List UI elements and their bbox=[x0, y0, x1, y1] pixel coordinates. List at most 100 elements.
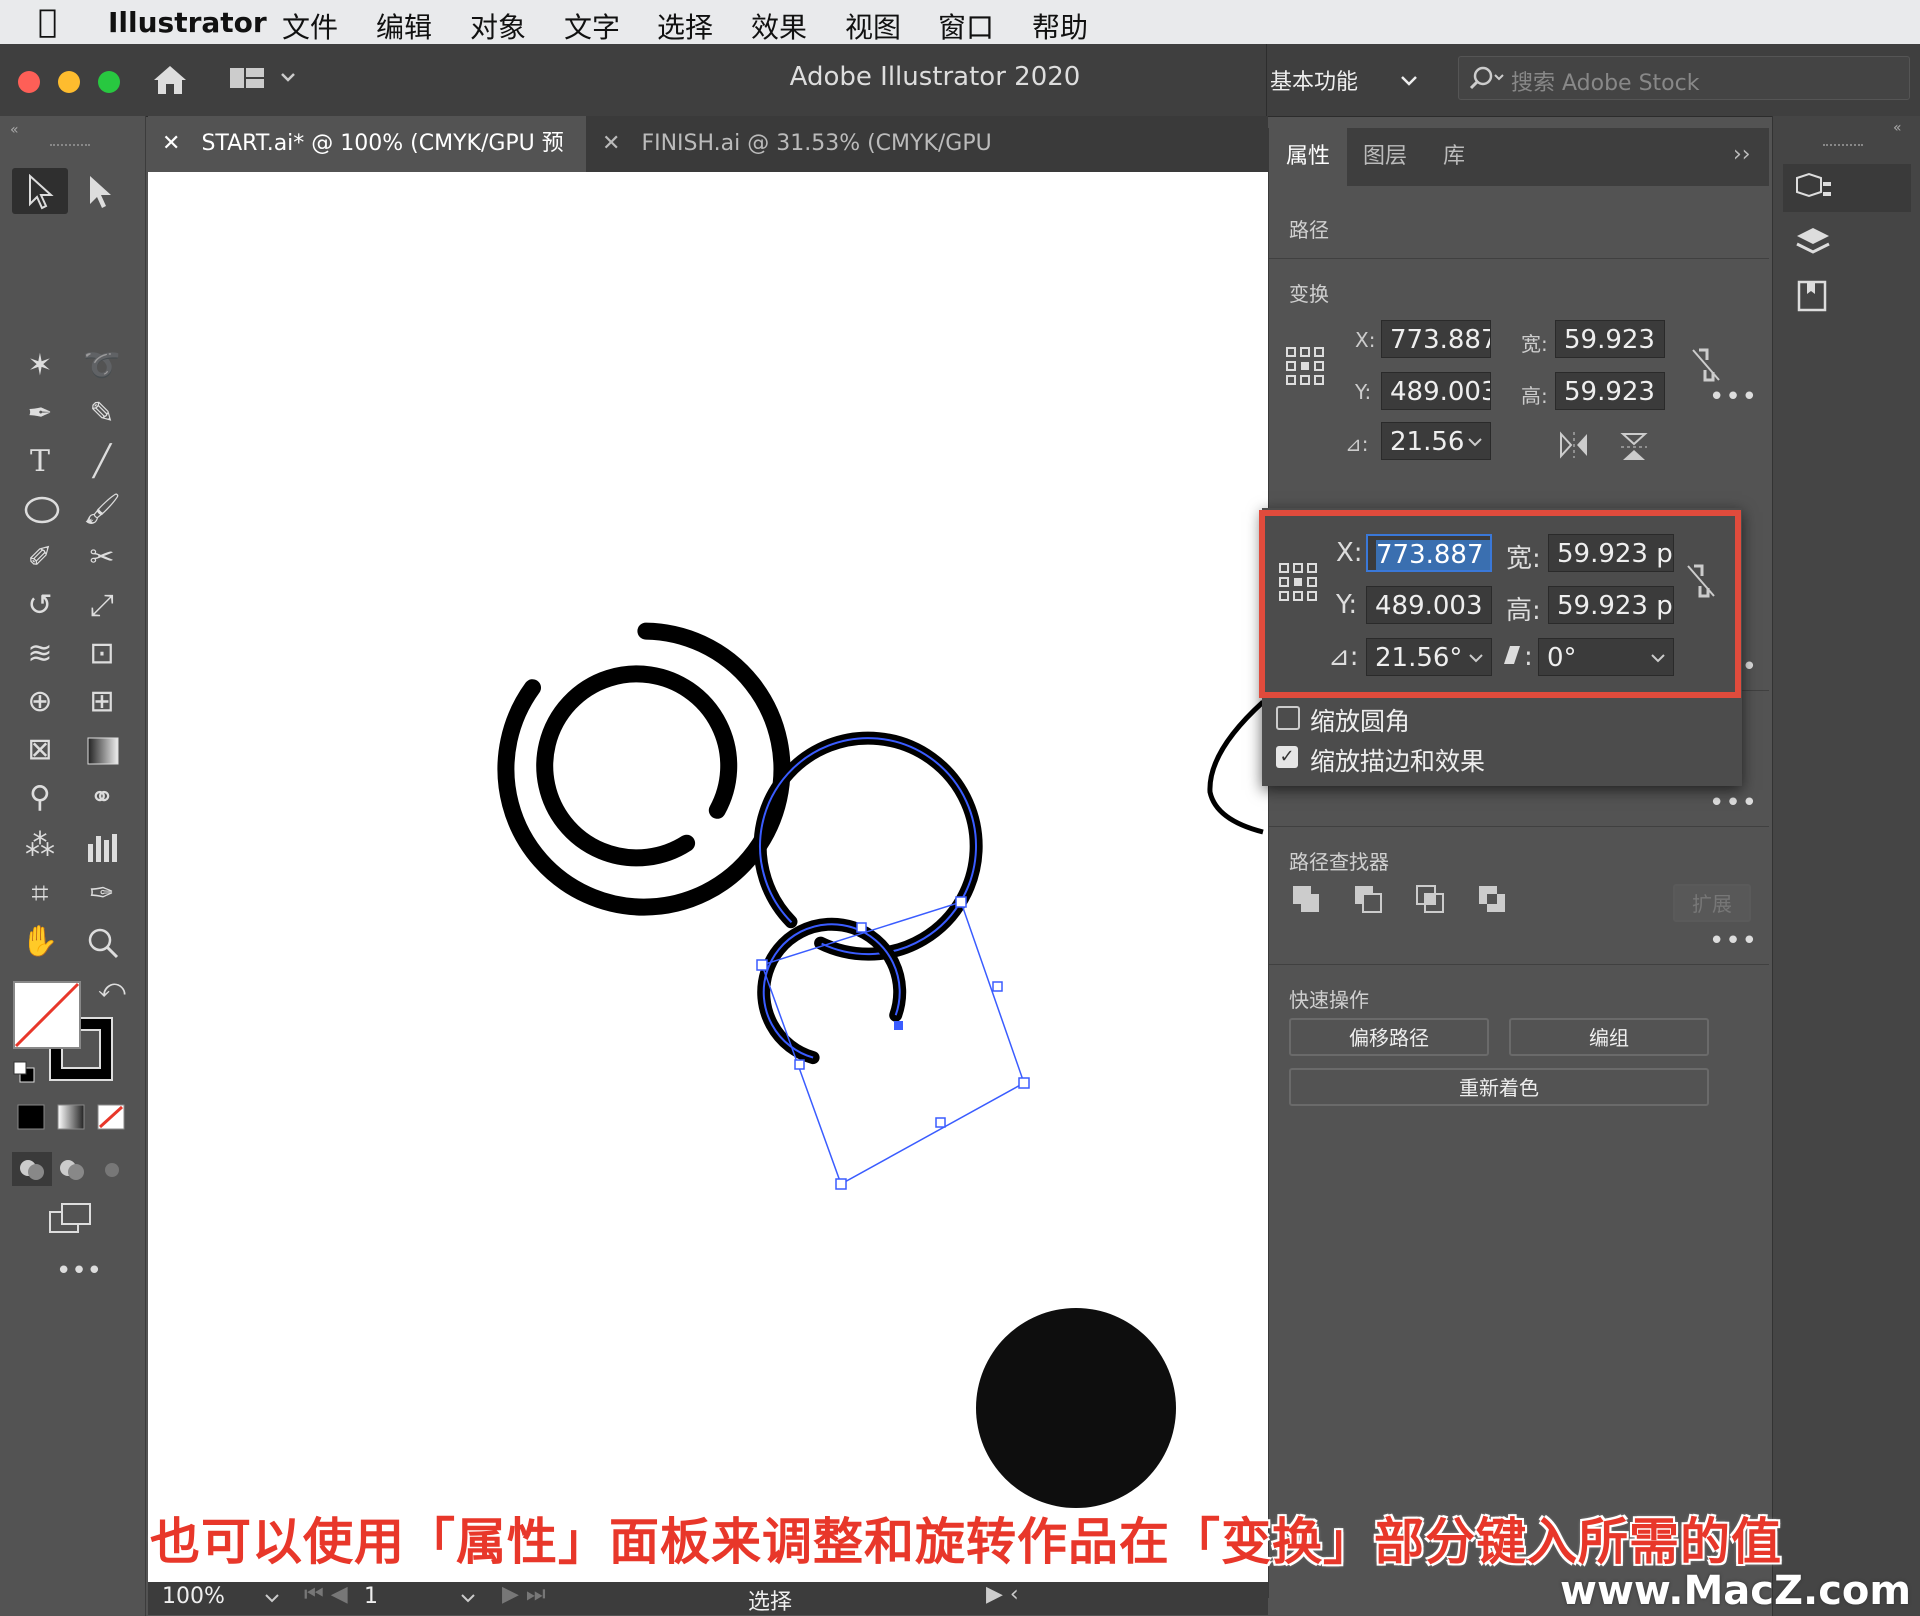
arrange-documents-icon[interactable] bbox=[228, 64, 298, 94]
shape-builder-tool-icon[interactable]: ⊕ bbox=[18, 680, 62, 724]
solid-circle-artwork[interactable] bbox=[976, 1308, 1176, 1508]
magic-wand-icon[interactable]: ✶ bbox=[18, 344, 62, 388]
scissors-tool-icon[interactable]: ✂ bbox=[80, 536, 124, 580]
scale-corners-checkbox[interactable] bbox=[1276, 706, 1300, 730]
more-align-options-icon[interactable]: ••• bbox=[1709, 788, 1758, 818]
zoom-level[interactable]: 100% bbox=[162, 1584, 225, 1609]
panel-menu-icon[interactable]: ›› bbox=[1733, 142, 1751, 167]
zoom-tool-icon[interactable] bbox=[86, 926, 120, 960]
group-button[interactable]: 编组 bbox=[1509, 1018, 1709, 1056]
y-field[interactable]: 489.003 bbox=[1381, 372, 1491, 410]
stock-search-placeholder: 搜索 Adobe Stock bbox=[1511, 71, 1700, 96]
apple-icon[interactable]:  bbox=[38, 2, 57, 40]
more-transform-options-icon[interactable]: ••• bbox=[1709, 382, 1758, 412]
tab-properties[interactable]: 属性 bbox=[1269, 128, 1347, 186]
flip-horizontal-icon[interactable] bbox=[1557, 430, 1591, 460]
line-segment-tool-icon[interactable]: ╱ bbox=[80, 440, 124, 484]
selection-tool-icon[interactable] bbox=[24, 174, 58, 210]
expand-button[interactable]: 扩展 bbox=[1673, 884, 1751, 922]
next-artboard-icon[interactable]: ▶ ⏭ bbox=[502, 1582, 546, 1607]
menu-file[interactable]: 文件 bbox=[282, 6, 338, 46]
tab-libraries[interactable]: 库 bbox=[1443, 128, 1465, 186]
type-tool-icon[interactable]: T bbox=[18, 440, 62, 484]
chevron-down-icon[interactable] bbox=[460, 1592, 476, 1604]
menu-effect[interactable]: 效果 bbox=[751, 6, 807, 46]
menu-window[interactable]: 窗口 bbox=[938, 6, 994, 46]
mesh-tool-icon[interactable]: ⊠ bbox=[18, 728, 62, 772]
more-pathfinder-options-icon[interactable]: ••• bbox=[1709, 926, 1758, 956]
menu-edit[interactable]: 编辑 bbox=[376, 6, 432, 46]
blend-tool-icon[interactable]: ⚭ bbox=[80, 776, 124, 820]
menu-object[interactable]: 对象 bbox=[470, 6, 526, 46]
partial-artwork[interactable] bbox=[1207, 700, 1265, 835]
scale-tool-icon[interactable]: ⤢ bbox=[80, 584, 124, 628]
eyedropper-tool-icon[interactable]: ⚲ bbox=[18, 776, 62, 820]
artboard-number[interactable]: 1 bbox=[364, 1584, 378, 1609]
curvature-tool-icon[interactable]: ✒ bbox=[18, 392, 62, 436]
shaper-tool-icon[interactable]: ✐ bbox=[18, 536, 62, 580]
angle-value: 21.56 bbox=[1390, 427, 1465, 457]
chevron-down-icon[interactable] bbox=[264, 1592, 280, 1604]
paintbrush-tool-icon[interactable]: 🖌 bbox=[80, 488, 124, 532]
menu-view[interactable]: 视图 bbox=[845, 6, 901, 46]
drawing-modes-icon[interactable] bbox=[12, 1152, 132, 1186]
stock-search-field[interactable]: 搜索 Adobe Stock bbox=[1458, 56, 1910, 100]
slice-tool-icon[interactable]: ✑ bbox=[80, 872, 124, 916]
chevron-down-icon[interactable] bbox=[1467, 436, 1483, 448]
tab-start[interactable]: ✕ START.ai* @ 100% (CMYK/GPU 预览) bbox=[148, 116, 586, 212]
zoom-window-button[interactable] bbox=[98, 71, 120, 93]
change-screen-mode-icon[interactable] bbox=[48, 1202, 94, 1236]
constrain-proportions-icon[interactable] bbox=[1689, 346, 1723, 384]
swap-fill-stroke-icon[interactable]: ⤺ bbox=[98, 974, 126, 1005]
rotate-tool-icon[interactable]: ↺ bbox=[18, 584, 62, 628]
layers-panel-icon[interactable] bbox=[1793, 224, 1833, 264]
chevron-down-icon[interactable] bbox=[1400, 74, 1418, 88]
free-transform-tool-icon[interactable]: ⊡ bbox=[80, 632, 124, 676]
color-mode-buttons[interactable] bbox=[14, 1102, 130, 1132]
close-window-button[interactable] bbox=[18, 71, 40, 93]
ring-artwork-1[interactable] bbox=[497, 622, 791, 916]
libraries-panel-icon[interactable] bbox=[1793, 276, 1833, 316]
symbol-sprayer-tool-icon[interactable]: ⁂ bbox=[18, 824, 62, 868]
perspective-grid-tool-icon[interactable]: ⊞ bbox=[80, 680, 124, 724]
flip-vertical-icon[interactable] bbox=[1619, 430, 1649, 464]
menu-type[interactable]: 文字 bbox=[564, 6, 620, 46]
pathfinder-buttons[interactable] bbox=[1289, 880, 1509, 920]
menu-select[interactable]: 选择 bbox=[657, 6, 713, 46]
height-field[interactable]: 59.923 p bbox=[1555, 372, 1665, 410]
artboard-canvas[interactable] bbox=[148, 172, 1268, 1582]
pen-tool-icon[interactable]: ✎ bbox=[80, 392, 124, 436]
scale-corners-label: 缩放圆角 bbox=[1310, 707, 1411, 736]
collapse-toolbar-icon[interactable]: « bbox=[10, 122, 19, 138]
tab-finish[interactable]: ✕ FINISH.ai @ 31.53% (CMYK/GPU 预览) bbox=[588, 116, 1018, 212]
recolor-button[interactable]: 重新着色 bbox=[1289, 1068, 1709, 1106]
properties-panel-icon[interactable] bbox=[1793, 172, 1833, 206]
status-menu-icon[interactable]: ▶ ‹ bbox=[986, 1582, 1019, 1607]
first-artboard-icon[interactable]: ⏮ ◀ bbox=[304, 1582, 348, 1607]
ring-artwork-2-selected[interactable] bbox=[753, 731, 983, 1065]
close-icon[interactable]: ✕ bbox=[162, 131, 180, 156]
home-icon[interactable] bbox=[150, 62, 190, 98]
lasso-icon[interactable]: ➰ bbox=[80, 344, 124, 388]
x-field[interactable]: 773.887 bbox=[1381, 320, 1491, 358]
edit-toolbar-icon[interactable]: ••• bbox=[56, 1256, 102, 1286]
workspace-switcher[interactable]: 基本功能 bbox=[1270, 64, 1358, 96]
width-tool-icon[interactable]: ≋ bbox=[18, 632, 62, 676]
width-field[interactable]: 59.923 p bbox=[1555, 320, 1665, 358]
tab-layers[interactable]: 图层 bbox=[1363, 128, 1407, 186]
close-icon[interactable]: ✕ bbox=[602, 131, 620, 156]
offset-path-button[interactable]: 偏移路径 bbox=[1289, 1018, 1489, 1056]
reference-point-icon[interactable] bbox=[1285, 346, 1325, 386]
menu-help[interactable]: 帮助 bbox=[1032, 6, 1088, 46]
gradient-tool-icon[interactable] bbox=[86, 736, 120, 766]
expand-dock-icon[interactable]: « bbox=[1893, 120, 1902, 136]
artboard-tool-icon[interactable]: ⌗ bbox=[18, 872, 62, 916]
default-fill-stroke-icon[interactable] bbox=[12, 1060, 38, 1086]
direct-selection-tool-icon[interactable] bbox=[84, 174, 118, 210]
scale-strokes-checkbox[interactable]: ✓ bbox=[1276, 746, 1298, 768]
hand-tool-icon[interactable]: ✋ bbox=[18, 920, 62, 964]
minimize-window-button[interactable] bbox=[58, 71, 80, 93]
ellipse-tool-icon[interactable] bbox=[22, 494, 62, 526]
column-graph-tool-icon[interactable] bbox=[84, 830, 122, 864]
app-menu[interactable]: Illustrator bbox=[108, 6, 267, 39]
